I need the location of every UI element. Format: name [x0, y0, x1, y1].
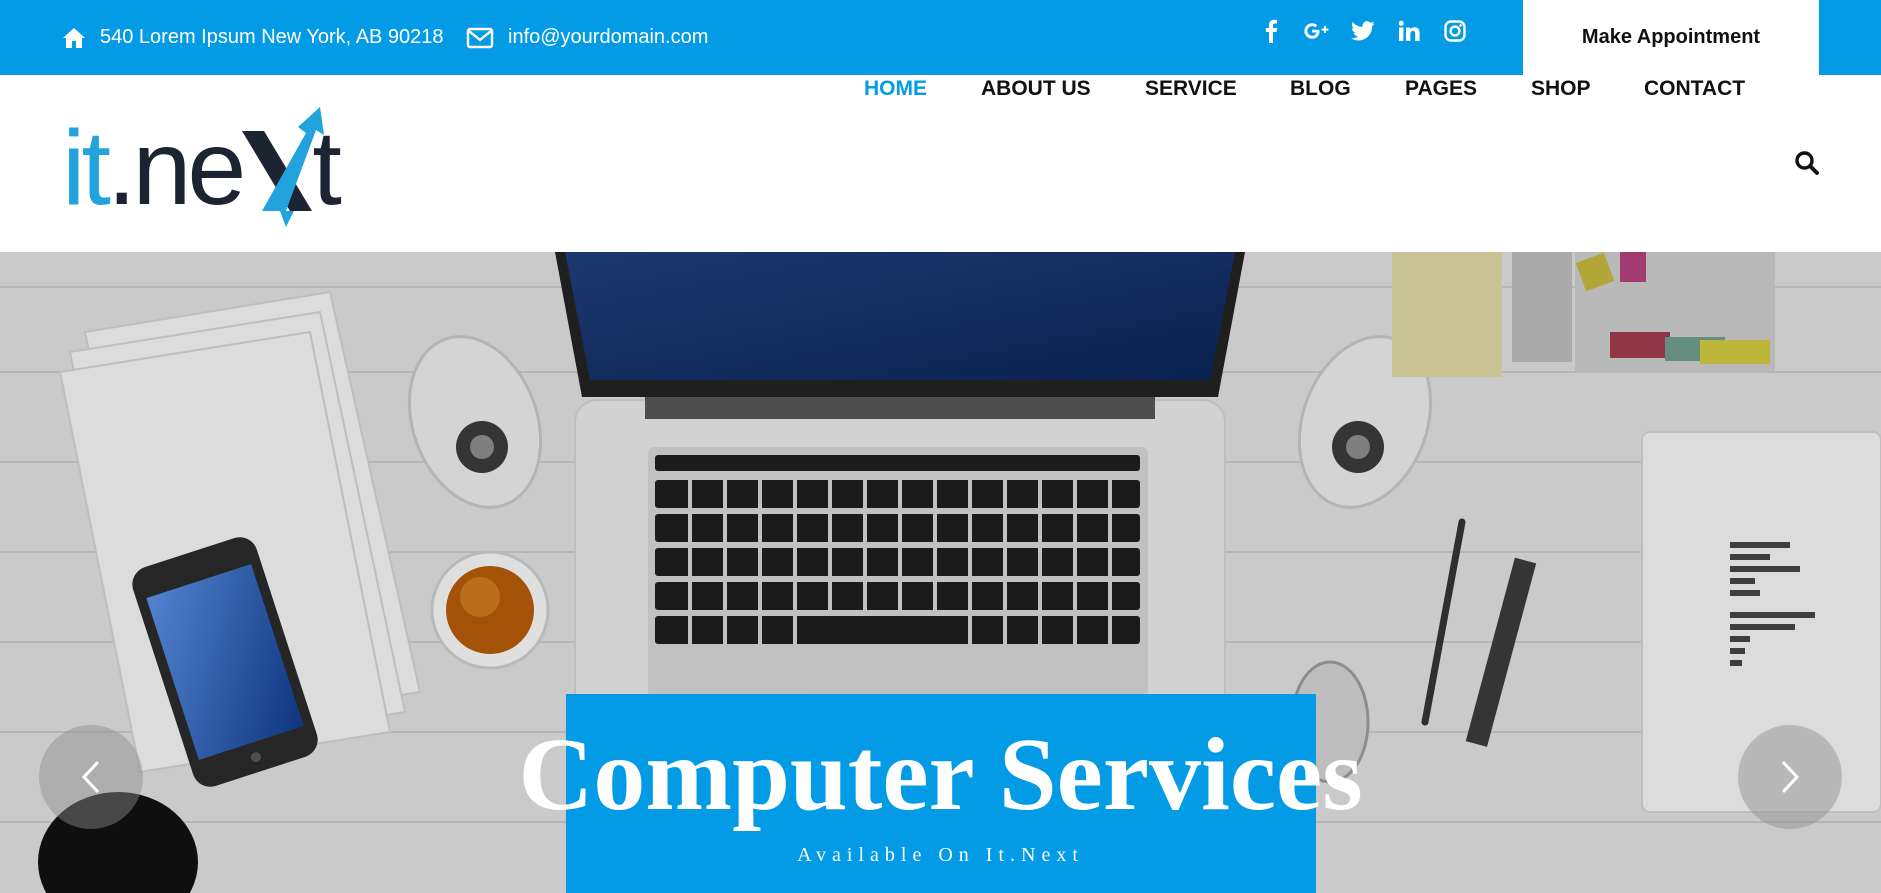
- slider-prev-button[interactable]: [39, 725, 143, 829]
- address-text: 540 Lorem Ipsum New York, AB 90218: [100, 26, 444, 48]
- twitter-icon[interactable]: [1350, 14, 1376, 48]
- nav-item-about-us[interactable]: ABOUT US: [981, 0, 1091, 177]
- hero-title: Computer Services: [518, 717, 1363, 832]
- nav-item-shop[interactable]: SHOP: [1531, 0, 1591, 177]
- top-bar: 540 Lorem Ipsum New York, AB 90218 info@…: [0, 0, 1881, 75]
- chevron-right-icon: [1781, 760, 1800, 794]
- logo-x-arrow-icon: [242, 107, 324, 227]
- search-icon[interactable]: [1794, 150, 1820, 176]
- slider-next-button[interactable]: [1738, 725, 1842, 829]
- email-text[interactable]: info@yourdomain.com: [508, 26, 708, 49]
- nav-item-service[interactable]: SERVICE: [1145, 0, 1237, 177]
- nav-item-contact[interactable]: CONTACT: [1644, 0, 1745, 177]
- nav-item-pages[interactable]: PAGES: [1405, 0, 1477, 177]
- site-logo[interactable]: it.ne t: [60, 103, 360, 228]
- home-icon: [63, 27, 85, 48]
- envelope-icon: [466, 27, 494, 48]
- nav-item-blog[interactable]: BLOG: [1290, 0, 1351, 177]
- logo-part-it: it: [62, 109, 111, 227]
- hero-subtitle: Available On It.Next: [797, 844, 1084, 866]
- address-info: 540 Lorem Ipsum New York, AB 90218: [62, 0, 444, 75]
- nav-item-home[interactable]: HOME: [864, 0, 927, 177]
- facebook-icon[interactable]: [1258, 14, 1284, 48]
- chevron-left-icon: [81, 760, 100, 794]
- email-info[interactable]: info@yourdomain.com: [466, 0, 708, 75]
